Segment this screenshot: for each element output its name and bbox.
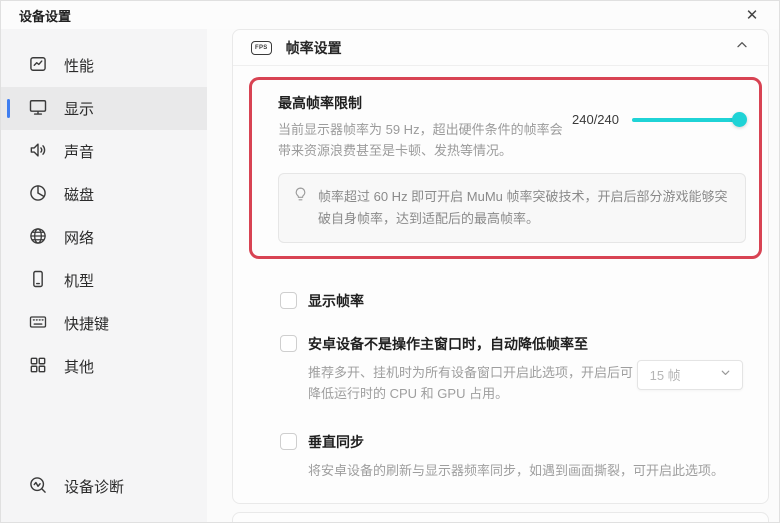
option-label: 垂直同步 <box>308 432 364 452</box>
option-label: 安卓设备不是操作主窗口时，自动降低帧率至 <box>308 334 588 354</box>
framerate-dropdown[interactable]: 15 帧 <box>637 360 743 390</box>
framerate-slider-value: 240/240 <box>572 112 619 127</box>
picture-settings-card: 画面设置 <box>232 512 769 523</box>
framerate-slider[interactable] <box>632 112 746 127</box>
max-framerate-desc: 当前显示器帧率为 59 Hz，超出硬件条件的帧率会带来资源浪费甚至是卡顿、发热等… <box>278 120 570 162</box>
sidebar-item-label: 磁盘 <box>64 184 94 205</box>
show-framerate-checkbox[interactable] <box>280 292 297 309</box>
sidebar-item-label: 网络 <box>64 227 94 248</box>
lightbulb-icon <box>292 186 309 230</box>
sidebar-item-shortcut-keys[interactable]: 快捷键 <box>1 302 207 345</box>
sidebar: 性能 显示 声音 磁盘 <box>1 29 207 523</box>
max-framerate-title: 最高帧率限制 <box>278 93 570 113</box>
option-desc: 推荐多开、挂机时为所有设备窗口开启此选项，开启后可降低运行时的 CPU 和 GP… <box>308 362 637 405</box>
option-desc: 将安卓设备的刷新与显示器频率同步，如遇到画面撕裂，可开启此选项。 <box>308 460 724 481</box>
option-show-framerate: 显示帧率 <box>280 291 768 311</box>
slider-handle[interactable] <box>732 112 747 127</box>
performance-icon <box>28 54 48 78</box>
framerate-tip-text: 帧率超过 60 Hz 即可开启 MuMu 帧率突破技术，开启后部分游戏能够突破自… <box>318 186 730 230</box>
device-model-icon <box>28 269 48 293</box>
option-label: 显示帧率 <box>308 291 364 311</box>
sidebar-item-diagnosis[interactable]: 设备诊断 <box>1 465 207 508</box>
disk-icon <box>28 183 48 207</box>
sidebar-item-label: 显示 <box>64 98 94 119</box>
sidebar-item-label: 其他 <box>64 356 94 377</box>
sound-icon <box>28 140 48 164</box>
sidebar-item-disk[interactable]: 磁盘 <box>1 173 207 216</box>
vsync-checkbox[interactable] <box>280 433 297 450</box>
sidebar-item-others[interactable]: 其他 <box>1 345 207 388</box>
display-icon <box>28 97 48 121</box>
sidebar-item-label: 声音 <box>64 141 94 162</box>
shortcut-keys-icon <box>28 312 48 336</box>
network-icon <box>28 226 48 250</box>
slider-track <box>632 118 746 122</box>
sidebar-item-label: 快捷键 <box>64 313 109 334</box>
device-settings-window: 设备设置 ✕ 性能 显示 声音 <box>0 0 780 523</box>
sidebar-item-label: 性能 <box>64 55 94 76</box>
option-auto-lower-framerate: 安卓设备不是操作主窗口时，自动降低帧率至 推荐多开、挂机时为所有设备窗口开启此选… <box>280 334 768 405</box>
fps-icon: FPS <box>251 41 272 55</box>
close-icon[interactable]: ✕ <box>741 4 763 26</box>
chevron-down-icon <box>719 366 732 384</box>
chevron-up-icon[interactable] <box>734 37 750 58</box>
max-framerate-annotation-box: 最高帧率限制 当前显示器帧率为 59 Hz，超出硬件条件的帧率会带来资源浪费甚至… <box>249 77 762 259</box>
auto-lower-framerate-checkbox[interactable] <box>280 335 297 352</box>
sidebar-item-device-model[interactable]: 机型 <box>1 259 207 302</box>
sidebar-item-label: 机型 <box>64 270 94 291</box>
others-icon <box>28 355 48 379</box>
option-vsync: 垂直同步 将安卓设备的刷新与显示器频率同步，如遇到画面撕裂，可开启此选项。 <box>280 432 768 481</box>
picture-settings-header[interactable]: 画面设置 <box>233 513 768 523</box>
sidebar-item-display[interactable]: 显示 <box>1 87 207 130</box>
sidebar-item-sound[interactable]: 声音 <box>1 130 207 173</box>
framerate-section-header[interactable]: FPS 帧率设置 <box>233 30 768 66</box>
diagnosis-icon <box>28 475 48 499</box>
framerate-settings-card: FPS 帧率设置 最高帧率限制 当前显示器帧率为 59 Hz，超出硬件条件的帧率… <box>232 29 769 504</box>
titlebar: 设备设置 ✕ <box>1 1 779 29</box>
dropdown-value: 15 帧 <box>650 365 681 384</box>
sidebar-item-network[interactable]: 网络 <box>1 216 207 259</box>
framerate-tip-box: 帧率超过 60 Hz 即可开启 MuMu 帧率突破技术，开启后部分游戏能够突破自… <box>278 173 746 243</box>
sidebar-item-label: 设备诊断 <box>64 476 124 497</box>
main-panel: FPS 帧率设置 最高帧率限制 当前显示器帧率为 59 Hz，超出硬件条件的帧率… <box>207 29 779 523</box>
sidebar-item-performance[interactable]: 性能 <box>1 44 207 87</box>
section-title: 帧率设置 <box>286 38 720 58</box>
window-title: 设备设置 <box>19 6 71 25</box>
